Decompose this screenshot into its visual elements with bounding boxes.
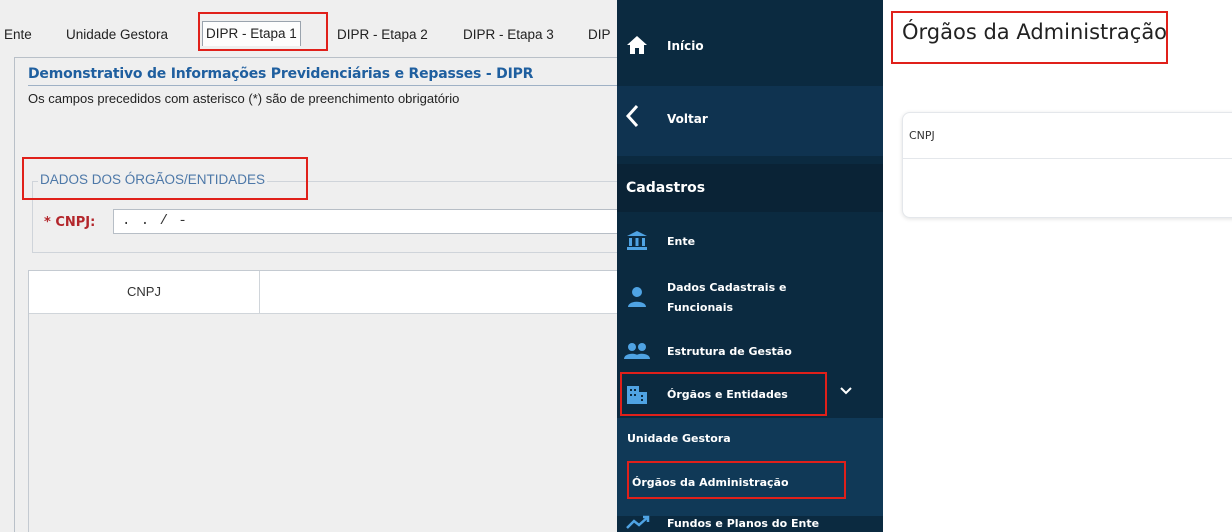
orgaos-table-card: CNPJ	[902, 112, 1232, 218]
sidebar-item-ente[interactable]: Ente	[617, 222, 883, 260]
bank-icon	[626, 230, 648, 253]
sidebar-item-dados-cadastrais[interactable]: Dados Cadastrais e Funcionais	[617, 270, 883, 326]
grid-header: CNPJ	[29, 271, 617, 314]
sidebar-item-label: Voltar	[667, 112, 708, 126]
building-icon	[626, 385, 648, 408]
chart-line-icon	[626, 515, 650, 532]
home-icon	[626, 34, 648, 56]
submenu-item-label: Unidade Gestora	[627, 432, 731, 445]
sidebar-item-estrutura-gestao[interactable]: Estrutura de Gestão	[617, 334, 883, 370]
title-divider	[28, 85, 617, 86]
tab-unidade-gestora[interactable]: Unidade Gestora	[62, 24, 172, 46]
required-fields-note: Os campos precedidos com asterisco (*) s…	[28, 91, 460, 106]
page-title: Órgãos da Administração	[902, 20, 1168, 44]
tab-dipr-more[interactable]: DIP	[584, 24, 615, 46]
sidebar-item-orgaos-entidades[interactable]: Órgãos e Entidades	[617, 372, 883, 416]
sidebar-item-label: Ente	[667, 235, 696, 248]
grid-column-cnpj[interactable]: CNPJ	[29, 271, 260, 313]
orgaos-grid: CNPJ	[28, 270, 617, 532]
legacy-form-window: Ente Unidade Gestora DIPR - Etapa 1 DIPR…	[0, 0, 617, 532]
sidebar-item-inicio[interactable]: Início	[617, 8, 883, 86]
chevron-left-icon	[625, 104, 641, 131]
submenu-item-label: Órgãos da Administração	[632, 476, 789, 489]
sidebar-item-label: Início	[667, 39, 704, 53]
group-label: DADOS DOS ÓRGÃOS/ENTIDADES	[38, 172, 268, 187]
sidebar-section-cadastros: Cadastros	[617, 164, 883, 212]
chevron-down-icon[interactable]	[839, 384, 853, 402]
tab-dipr-etapa-1[interactable]: DIPR - Etapa 1	[202, 21, 301, 46]
sidebar-item-label: Fundos e Planos do Ente	[667, 517, 820, 530]
table-column-cnpj[interactable]: CNPJ	[909, 129, 935, 142]
tab-ente[interactable]: Ente	[0, 24, 36, 46]
sidebar-item-label: Estrutura de Gestão	[667, 345, 792, 358]
tab-dipr-etapa-2[interactable]: DIPR - Etapa 2	[333, 24, 432, 46]
people-icon	[624, 342, 650, 363]
sidebar-item-label: Dados Cadastrais e Funcionais	[667, 281, 787, 314]
sidebar-item-fundos-planos[interactable]: Fundos e Planos do Ente	[617, 512, 883, 532]
table-header: CNPJ	[903, 113, 1232, 159]
sidebar-item-label: Órgãos e Entidades	[667, 388, 788, 401]
form-title: Demonstrativo de Informações Previdenciá…	[28, 66, 534, 82]
tab-dipr-etapa-3[interactable]: DIPR - Etapa 3	[459, 24, 558, 46]
sidebar: Início Voltar Cadastros Ente Dados Cadas…	[617, 0, 883, 532]
cnpj-label: * CNPJ:	[44, 215, 96, 230]
submenu-item-unidade-gestora[interactable]: Unidade Gestora	[617, 424, 883, 454]
tab-strip: Ente Unidade Gestora DIPR - Etapa 1 DIPR…	[0, 18, 617, 52]
person-icon	[627, 286, 647, 311]
cnpj-input[interactable]: . . / -	[113, 209, 617, 234]
submenu-item-orgaos-administracao[interactable]: Órgãos da Administração	[617, 468, 883, 498]
sidebar-item-voltar[interactable]: Voltar	[617, 86, 883, 156]
